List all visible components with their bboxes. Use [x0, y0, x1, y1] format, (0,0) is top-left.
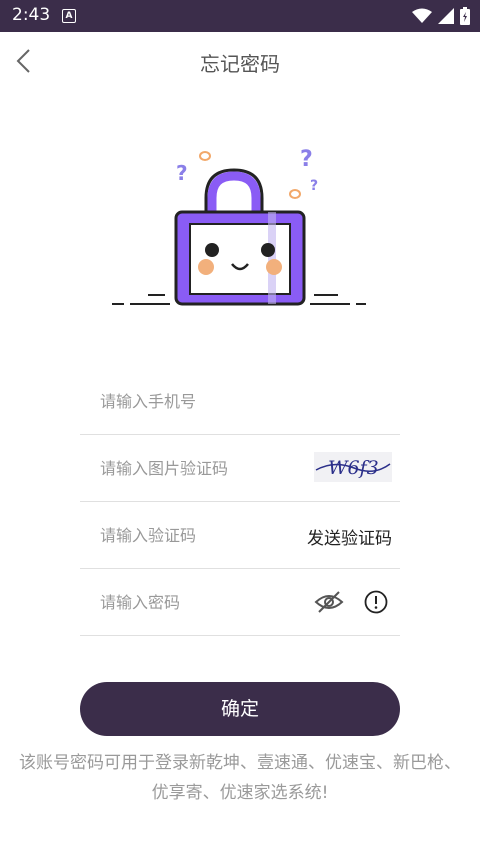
account-note: 该账号密码可用于登录新乾坤、壹速通、优速宝、新巴枪、优享寄、优速家选系统!	[19, 753, 461, 803]
password-row	[80, 569, 400, 636]
page-title: 忘记密码	[200, 52, 280, 76]
confirm-button[interactable]: 确定	[80, 682, 400, 736]
reset-password-form: W6f3 发送验证码	[80, 368, 400, 636]
lock-illustration: ? ? ?	[112, 147, 366, 306]
status-bar: 2:43 A	[0, 0, 480, 32]
notification-a-icon: A	[62, 9, 76, 23]
captcha-text: W6f3	[328, 457, 379, 479]
sms-code-input[interactable]	[80, 502, 300, 568]
wifi-icon	[412, 8, 432, 23]
svg-text:?: ?	[176, 161, 188, 185]
image-code-input[interactable]	[80, 435, 300, 501]
phone-row	[80, 368, 400, 435]
status-icons	[412, 6, 470, 26]
sms-code-row: 发送验证码	[80, 502, 400, 569]
eye-off-icon[interactable]	[314, 589, 344, 615]
send-code-button[interactable]: 发送验证码	[307, 524, 392, 549]
status-time: 2:43	[12, 5, 51, 25]
phone-input[interactable]	[80, 368, 300, 434]
header: 忘记密码	[0, 32, 480, 94]
image-code-row: W6f3	[80, 435, 400, 502]
battery-icon	[460, 7, 470, 25]
signal-icon	[438, 8, 454, 24]
svg-text:?: ?	[310, 178, 318, 194]
svg-text:?: ?	[300, 147, 313, 172]
info-icon[interactable]	[364, 590, 388, 614]
password-input[interactable]	[80, 569, 300, 635]
captcha-image[interactable]: W6f3	[314, 452, 392, 482]
